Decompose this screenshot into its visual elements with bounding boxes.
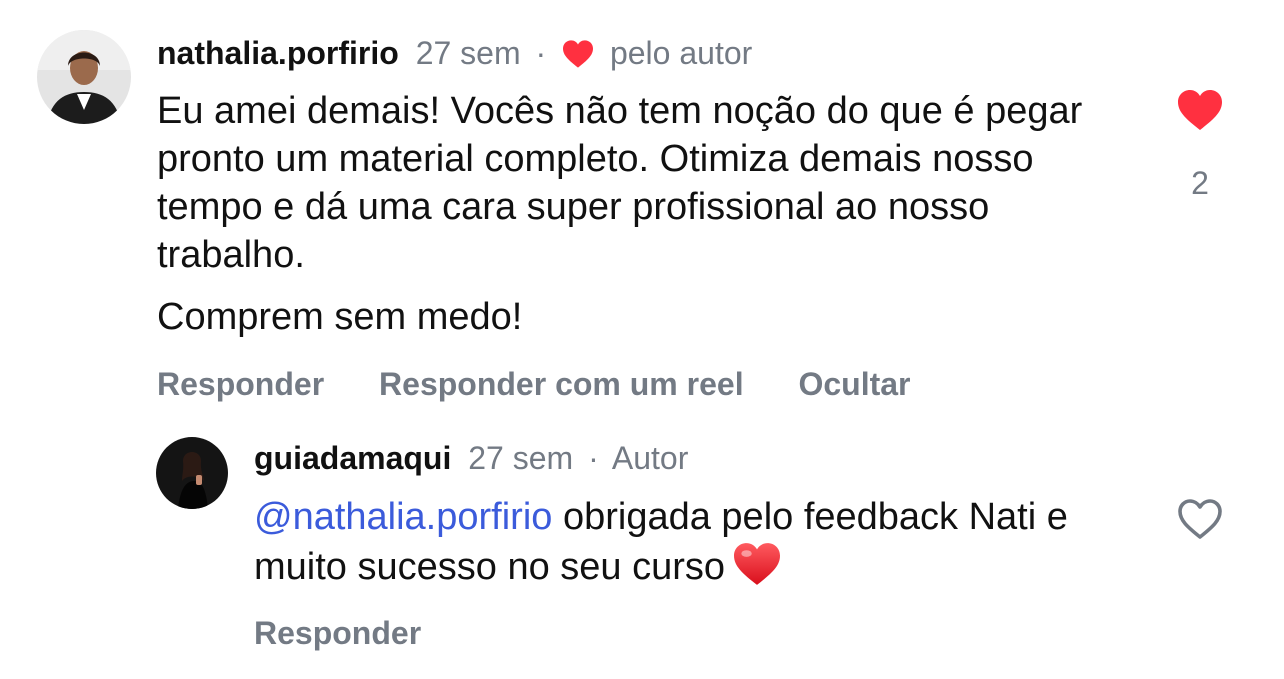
comment-paragraph-1: Eu amei demais! Vocês não tem noção do q… xyxy=(157,90,1083,276)
reply-username[interactable]: guiadamaqui xyxy=(254,440,451,476)
comment-like-count: 2 xyxy=(1191,165,1209,201)
liked-by-author-label: pelo autor xyxy=(609,35,753,71)
reply-with-reel-button[interactable]: Responder com um reel xyxy=(379,366,744,402)
hide-button[interactable]: Ocultar xyxy=(798,366,910,402)
comment-time: 27 sem xyxy=(415,35,521,71)
avatar-nathalia[interactable] xyxy=(37,30,131,124)
heart-small-icon xyxy=(563,40,594,68)
reply-meta-separator: · xyxy=(588,440,599,476)
comment-like-button[interactable] xyxy=(1176,88,1224,132)
comment-paragraph-2: Comprem sem medo! xyxy=(157,296,523,338)
comment-actions: Responder Responder com um reel Ocultar xyxy=(157,364,957,404)
comment-body: Eu amei demais! Vocês não tem noção do q… xyxy=(157,87,1117,341)
heart-filled-icon xyxy=(1178,90,1222,130)
reply-like-button[interactable] xyxy=(1176,497,1224,541)
avatar-guiadamaqui[interactable] xyxy=(156,437,228,509)
author-badge: Autor xyxy=(611,440,689,476)
reply-button[interactable]: Responder xyxy=(157,366,324,402)
comment-username[interactable]: nathalia.porfirio xyxy=(157,35,399,71)
meta-separator: · xyxy=(535,35,547,71)
comment-meta: nathalia.porfirio 27 sem · pelo autor xyxy=(157,33,752,73)
reply-mention-link[interactable]: @nathalia.porfirio xyxy=(254,496,552,538)
reply-meta: guiadamaqui 27 sem · Autor xyxy=(254,438,688,478)
reply-time: 27 sem xyxy=(468,440,574,476)
heart-outline-icon xyxy=(1178,499,1222,539)
reply-body: @nathalia.porfirio obrigada pelo feedbac… xyxy=(254,493,1094,591)
reply-reply-button[interactable]: Responder xyxy=(254,615,421,651)
reply-actions: Responder xyxy=(254,613,467,653)
red-heart-emoji xyxy=(734,543,781,585)
